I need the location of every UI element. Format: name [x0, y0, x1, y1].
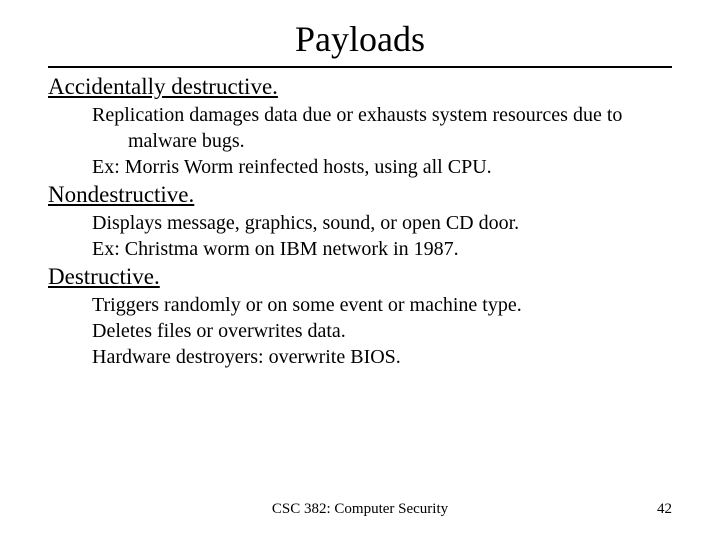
- section-body-nondestructive: Displays message, graphics, sound, or op…: [92, 210, 672, 262]
- section-heading-nondestructive: Nondestructive.: [48, 182, 672, 208]
- slide-title: Payloads: [48, 18, 672, 64]
- body-line: Ex: Morris Worm reinfected hosts, using …: [92, 154, 672, 180]
- footer-course: CSC 382: Computer Security: [272, 501, 448, 518]
- section-body-destructive: Triggers randomly or on some event or ma…: [92, 292, 672, 370]
- body-line: Displays message, graphics, sound, or op…: [92, 210, 672, 236]
- section-heading-accidentally-destructive: Accidentally destructive.: [48, 74, 672, 100]
- title-divider: [48, 66, 672, 68]
- body-line: Deletes files or overwrites data.: [92, 318, 672, 344]
- body-line: Triggers randomly or on some event or ma…: [92, 292, 672, 318]
- section-body-accidentally-destructive: Replication damages data due or exhausts…: [92, 102, 672, 180]
- body-line: Replication damages data due or exhausts…: [92, 102, 672, 154]
- body-line: Ex: Christma worm on IBM network in 1987…: [92, 236, 672, 262]
- section-heading-destructive: Destructive.: [48, 264, 672, 290]
- footer-page-number: 42: [657, 501, 672, 518]
- slide-footer: CSC 382: Computer Security 42: [0, 501, 720, 518]
- body-line: Hardware destroyers: overwrite BIOS.: [92, 344, 672, 370]
